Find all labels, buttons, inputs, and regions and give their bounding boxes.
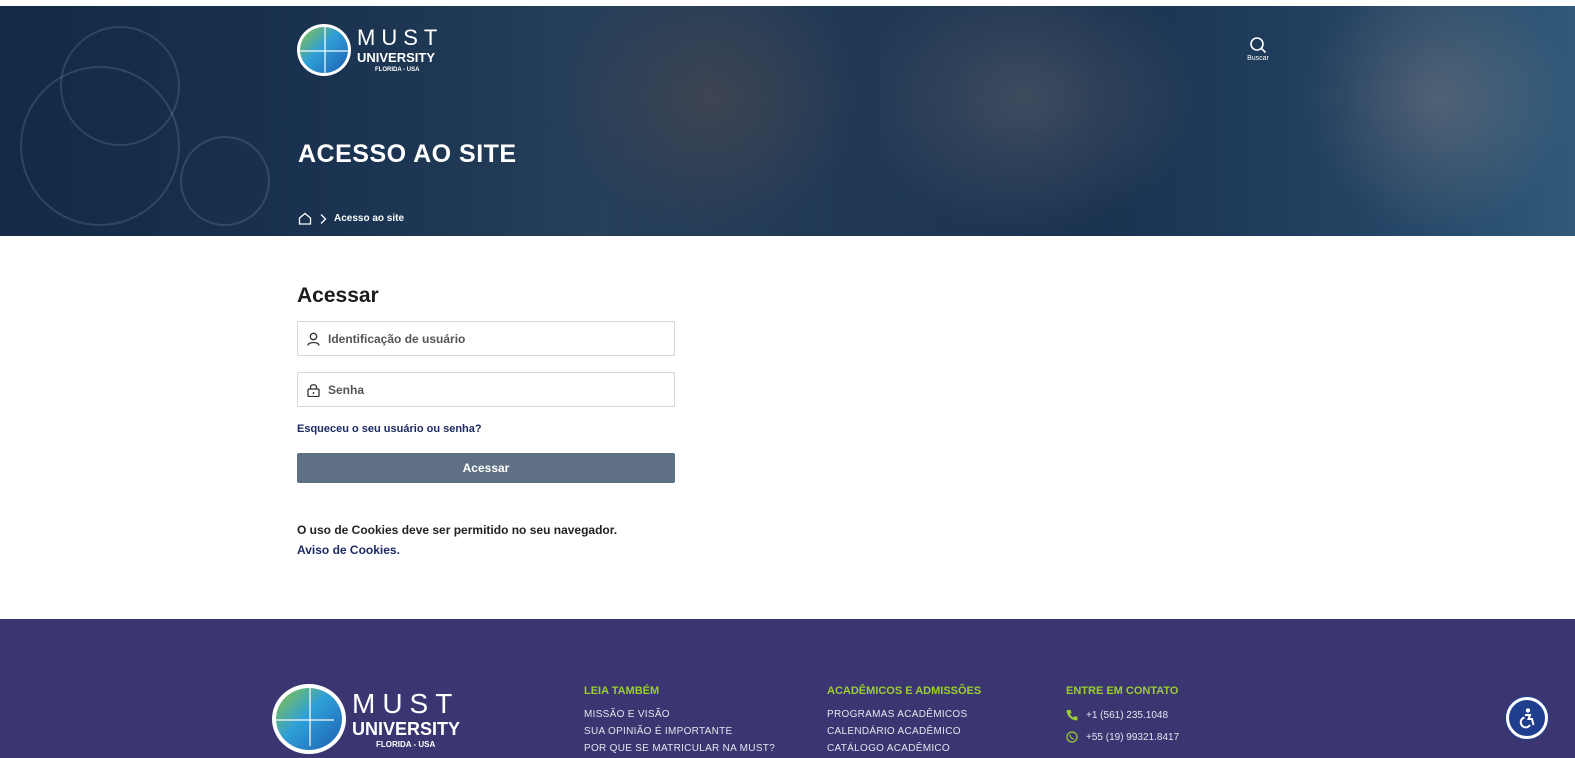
search-icon bbox=[1250, 37, 1267, 54]
footer-column-academicos: ACADÊMICOS E ADMISSÕES PROGRAMAS ACADÊMI… bbox=[827, 685, 981, 758]
search-label: Buscar bbox=[1247, 55, 1269, 62]
username-field[interactable] bbox=[297, 321, 675, 356]
site-footer: MUST UNIVERSITY FLORIDA - USA LEIA TAMBÉ… bbox=[0, 619, 1575, 758]
footer-heading: ENTRE EM CONTATO bbox=[1066, 685, 1179, 697]
logo-university-text: UNIVERSITY bbox=[357, 50, 436, 65]
logo-must-text: MUST bbox=[357, 25, 444, 50]
hero-banner: MUST UNIVERSITY FLORIDA - USA Buscar ACE… bbox=[0, 6, 1575, 236]
login-heading: Acessar bbox=[297, 284, 379, 307]
globe-logo-icon bbox=[297, 24, 351, 76]
phone-icon bbox=[1066, 710, 1078, 721]
login-form: Acessar Esqueceu o seu usuário ou senha?… bbox=[297, 284, 675, 559]
globe-logo-icon bbox=[272, 684, 346, 754]
whatsapp-icon bbox=[1066, 731, 1078, 743]
username-input[interactable] bbox=[320, 331, 674, 346]
contact-phone[interactable]: +1 (561) 235.1048 bbox=[1066, 709, 1179, 721]
password-input[interactable] bbox=[320, 382, 674, 397]
footer-column-contato: ENTRE EM CONTATO +1 (561) 235.1048 +55 (… bbox=[1066, 685, 1179, 753]
home-icon[interactable] bbox=[298, 212, 312, 225]
logo-university-text: UNIVERSITY bbox=[352, 718, 461, 739]
logo-location-text: FLORIDA - USA bbox=[375, 67, 420, 73]
footer-link[interactable]: CATÁLOGO ACADÊMICO bbox=[827, 743, 981, 754]
footer-logo[interactable]: MUST UNIVERSITY FLORIDA - USA bbox=[272, 684, 460, 754]
forgot-password-link[interactable]: Esqueceu o seu usuário ou senha? bbox=[297, 423, 675, 435]
breadcrumb: Acesso ao site bbox=[298, 212, 404, 225]
accessibility-icon bbox=[1519, 708, 1535, 729]
footer-heading: LEIA TAMBÉM bbox=[584, 685, 660, 697]
footer-column-leia: LEIA TAMBÉM MISSÃO E VISÃO SUA OPINIÃO É… bbox=[584, 685, 775, 758]
decorative-circle bbox=[60, 26, 180, 146]
user-icon bbox=[307, 332, 320, 346]
cookie-notice-text: O uso de Cookies deve ser permitido no s… bbox=[297, 523, 618, 537]
contact-whatsapp[interactable]: +55 (19) 99321.8417 bbox=[1066, 731, 1179, 743]
accessibility-button[interactable] bbox=[1506, 697, 1548, 739]
footer-link[interactable]: POR QUE SE MATRICULAR NA MUST? bbox=[584, 743, 775, 754]
footer-link[interactable]: PROGRAMAS ACADÊMICOS bbox=[827, 709, 981, 720]
page-title: ACESSO AO SITE bbox=[298, 140, 517, 168]
cookie-notice-link[interactable]: Aviso de Cookies. bbox=[297, 543, 400, 557]
site-logo[interactable]: MUST UNIVERSITY FLORIDA - USA bbox=[297, 24, 443, 76]
search-button[interactable]: Buscar bbox=[1240, 36, 1276, 62]
footer-link[interactable]: SUA OPINIÃO É IMPORTANTE bbox=[584, 726, 775, 737]
login-submit-button[interactable]: Acessar bbox=[297, 453, 675, 483]
page: MUST UNIVERSITY FLORIDA - USA Buscar ACE… bbox=[0, 0, 1575, 758]
password-field[interactable] bbox=[297, 372, 675, 407]
logo-must-text: MUST bbox=[352, 687, 460, 719]
contact-phone-text: +1 (561) 235.1048 bbox=[1086, 709, 1169, 721]
contact-whatsapp-text: +55 (19) 99321.8417 bbox=[1086, 731, 1180, 743]
breadcrumb-current: Acesso ao site bbox=[334, 213, 405, 224]
logo-location-text: FLORIDA - USA bbox=[376, 739, 436, 749]
chevron-right-icon bbox=[320, 213, 327, 224]
decorative-circle bbox=[180, 136, 270, 226]
footer-link[interactable]: MISSÃO E VISÃO bbox=[584, 709, 775, 720]
footer-link[interactable]: CALENDÁRIO ACADÊMICO bbox=[827, 726, 981, 737]
lock-icon bbox=[307, 383, 320, 397]
footer-heading: ACADÊMICOS E ADMISSÕES bbox=[827, 685, 982, 697]
